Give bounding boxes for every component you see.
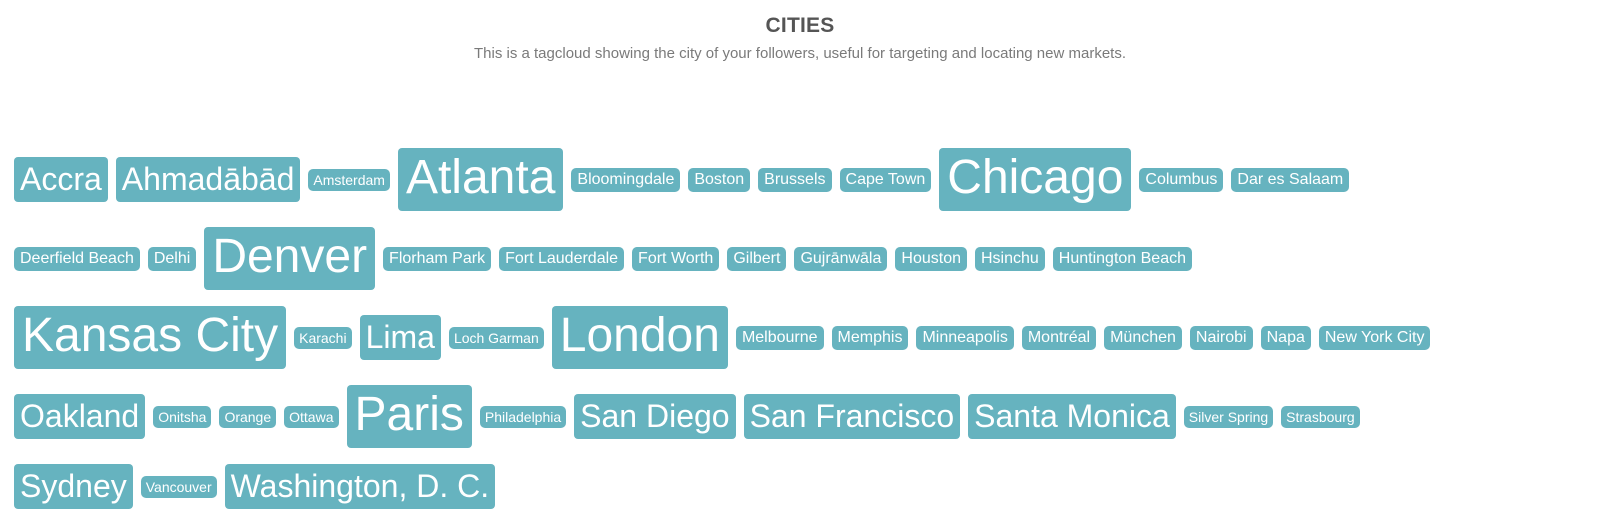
city-tag[interactable]: Delhi (147, 246, 197, 271)
city-tag[interactable]: Cape Town (839, 167, 932, 192)
city-tag[interactable]: Orange (219, 405, 277, 428)
city-tag[interactable]: San Diego (574, 394, 736, 439)
city-tag[interactable]: Nairobi (1189, 325, 1253, 350)
city-tag[interactable]: Amsterdam (308, 168, 390, 191)
city-tag[interactable]: Strasbourg (1281, 405, 1360, 428)
city-tag[interactable]: Melbourne (735, 325, 824, 350)
city-tag[interactable]: München (1104, 325, 1182, 350)
city-tag[interactable]: Vancouver (140, 475, 217, 498)
city-tag[interactable]: Loch Garman (448, 326, 544, 349)
city-tag[interactable]: Fort Lauderdale (499, 246, 625, 271)
city-tag[interactable]: Onitsha (153, 405, 212, 428)
city-tag[interactable]: Hsinchu (974, 246, 1045, 271)
city-tag[interactable]: Minneapolis (916, 325, 1014, 350)
city-tag[interactable]: Gilbert (727, 246, 787, 271)
city-tag[interactable]: Atlanta (397, 148, 564, 211)
city-tag[interactable]: Columbus (1139, 167, 1224, 192)
city-tag[interactable]: Washington, D. C. (224, 464, 496, 509)
city-tag[interactable]: Deerfield Beach (14, 246, 140, 271)
city-tag[interactable]: Sydney (14, 464, 133, 509)
city-tag[interactable]: Lima (359, 315, 441, 360)
city-tag[interactable]: Santa Monica (968, 394, 1176, 439)
city-tag[interactable]: San Francisco (743, 394, 961, 439)
city-tag[interactable]: Denver (204, 227, 376, 290)
page-subtitle: This is a tagcloud showing the city of y… (474, 45, 1126, 62)
city-tag[interactable]: Brussels (758, 167, 832, 192)
city-tag[interactable]: Dar es Salaam (1231, 167, 1350, 192)
city-tag[interactable]: Napa (1260, 325, 1311, 350)
city-tag[interactable]: Fort Worth (632, 246, 720, 271)
city-tag[interactable]: Kansas City (14, 306, 287, 369)
city-tag[interactable]: Ottawa (284, 405, 339, 428)
city-tag[interactable]: New York City (1318, 325, 1431, 350)
section-header: CITIES This is a tagcloud showing the ci… (0, 0, 1600, 64)
page-title: CITIES (765, 14, 835, 37)
city-tag[interactable]: Florham Park (383, 246, 492, 271)
city-tag[interactable]: Memphis (831, 325, 909, 350)
city-tag[interactable]: Karachi (294, 326, 352, 349)
city-tag[interactable]: Chicago (939, 148, 1132, 211)
city-tag[interactable]: Huntington Beach (1052, 246, 1192, 271)
city-tag[interactable]: Houston (895, 246, 967, 271)
city-tag[interactable]: Oakland (14, 394, 146, 439)
city-tag[interactable]: London (551, 306, 728, 369)
city-tag[interactable]: Ahmadābād (115, 157, 301, 202)
city-tag[interactable]: Bloomingdale (571, 167, 681, 192)
city-tag[interactable]: Paris (346, 385, 472, 448)
city-tag[interactable]: Montréal (1021, 325, 1097, 350)
city-tag[interactable]: Accra (14, 157, 108, 202)
city-tag[interactable]: Philadelphia (479, 405, 567, 428)
city-tag[interactable]: Silver Spring (1183, 405, 1274, 428)
city-tag-cloud: Accra Ahmadābād Amsterdam Atlanta Bloomingda… (14, 148, 1594, 509)
city-tag[interactable]: Gujrānwāla (794, 246, 888, 271)
city-tag[interactable]: Boston (688, 167, 751, 192)
